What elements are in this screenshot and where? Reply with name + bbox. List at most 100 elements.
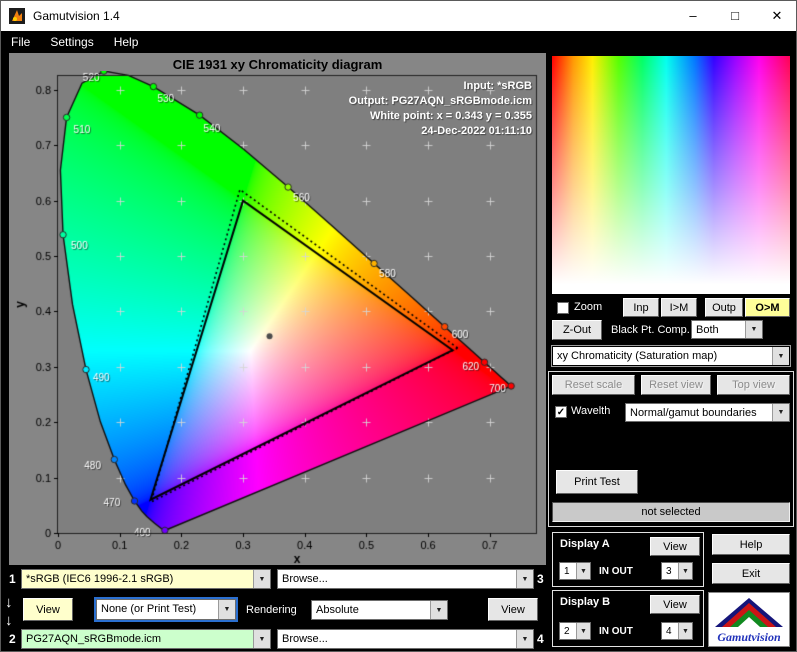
- rendering-mode-select[interactable]: Absolute ▼: [311, 600, 448, 620]
- chevron-down-icon[interactable]: ▼: [430, 601, 447, 619]
- display-a-out-value: 3: [666, 566, 672, 577]
- annotation-input: Input: *sRGB: [463, 80, 532, 92]
- display-a-title: Display A: [560, 538, 610, 550]
- down-arrow-icon: ↓: [5, 612, 13, 629]
- chevron-glyph: ▼: [580, 567, 587, 575]
- annotation-datetime: 24-Dec-2022 01:11:10: [421, 125, 532, 137]
- view-right-button[interactable]: View: [488, 598, 538, 621]
- display-b-title: Display B: [560, 596, 611, 608]
- annotation-output: Output: PG27AQN_sRGBmode.icm: [348, 95, 532, 107]
- view-mode-value: xy Chromaticity (Saturation map): [557, 350, 718, 362]
- wavelth-label: Wavelth: [571, 405, 611, 417]
- chevron-down-icon[interactable]: ▼: [576, 623, 590, 639]
- status-bar: not selected: [552, 502, 790, 522]
- chromaticity-panel: CIE 1931 xy Chromaticity diagram Input: …: [9, 53, 546, 565]
- title-bar: Gamutvision 1.4 – □ ✕: [1, 1, 796, 31]
- right-panel: Zoom Inp I>M Outp O>M Z-Out Black Pt. Co…: [547, 53, 796, 651]
- output-profile-select[interactable]: PG27AQN_sRGBmode.icm ▼: [21, 629, 271, 649]
- chevron-down-icon[interactable]: ▼: [516, 630, 533, 648]
- display-a-inout-label: IN OUT: [599, 566, 633, 577]
- slot-2-label: 2: [9, 632, 16, 646]
- chevron-glyph: ▼: [223, 606, 231, 613]
- chevron-glyph: ▼: [435, 606, 443, 614]
- display-b-in-select[interactable]: 2 ▼: [559, 622, 591, 640]
- gamutvision-logo: Gamutvision: [708, 592, 790, 647]
- display-b-out-value: 4: [666, 626, 672, 637]
- view-mode-select[interactable]: xy Chromaticity (Saturation map) ▼: [552, 346, 790, 366]
- display-a-view-button[interactable]: View: [650, 537, 700, 556]
- maximize-icon: □: [731, 8, 739, 23]
- top-view-button[interactable]: Top view: [717, 375, 790, 395]
- browse-input-select[interactable]: Browse... ▼: [277, 569, 534, 589]
- browse-output-select[interactable]: Browse... ▼: [277, 629, 534, 649]
- down-arrow-icon: ↓: [5, 594, 13, 611]
- chevron-down-icon[interactable]: ▼: [678, 623, 692, 639]
- app-icon: [9, 8, 25, 24]
- wavelth-checkbox[interactable]: ✓: [555, 406, 567, 418]
- inp-button[interactable]: Inp: [623, 298, 659, 317]
- slot-3-label: 3: [537, 572, 544, 586]
- display-a-out-select[interactable]: 3 ▼: [661, 562, 693, 580]
- chevron-glyph: ▼: [777, 409, 785, 416]
- rendering-intent-value: None (or Print Test): [101, 603, 197, 615]
- boundaries-select[interactable]: Normal/gamut boundaries ▼: [625, 403, 790, 422]
- maximize-button[interactable]: □: [714, 1, 756, 30]
- zoom-checkbox[interactable]: [557, 302, 569, 314]
- minimize-button[interactable]: –: [672, 1, 714, 30]
- black-pt-comp-select[interactable]: Both ▼: [691, 320, 763, 339]
- outp-button[interactable]: Outp: [705, 298, 743, 317]
- display-a-in-value: 1: [564, 566, 570, 577]
- menu-help[interactable]: Help: [104, 31, 149, 53]
- chevron-down-icon[interactable]: ▼: [678, 563, 692, 579]
- logo-text: Gamutvision: [717, 630, 781, 644]
- cie-chromaticity-canvas[interactable]: [9, 71, 546, 565]
- chevron-down-icon[interactable]: ▼: [516, 570, 533, 588]
- chevron-glyph: ▼: [580, 627, 587, 635]
- display-b-out-select[interactable]: 4 ▼: [661, 622, 693, 640]
- chevron-glyph: ▼: [682, 627, 689, 635]
- display-a-group: Display A View 1 ▼ IN OUT 3 ▼: [552, 532, 704, 587]
- annotation-white-point: White point: x = 0.343 y = 0.355: [369, 110, 532, 122]
- chevron-down-icon[interactable]: ▼: [576, 563, 590, 579]
- close-button[interactable]: ✕: [756, 1, 796, 30]
- rendering-intent-select[interactable]: None (or Print Test) ▼: [96, 599, 236, 620]
- menu-file[interactable]: File: [1, 31, 40, 53]
- chevron-down-icon[interactable]: ▼: [772, 404, 789, 421]
- input-to-monitor-button[interactable]: I>M: [661, 298, 697, 317]
- reset-view-button[interactable]: Reset view: [641, 375, 711, 395]
- reset-scale-button[interactable]: Reset scale: [552, 375, 635, 395]
- exit-button[interactable]: Exit: [712, 563, 790, 584]
- print-test-button[interactable]: Print Test: [556, 470, 638, 494]
- close-icon: ✕: [771, 7, 783, 23]
- chart-title: CIE 1931 xy Chromaticity diagram: [172, 57, 383, 72]
- chevron-down-icon[interactable]: ▼: [745, 321, 762, 338]
- display-b-in-value: 2: [564, 626, 570, 637]
- chevron-down-icon[interactable]: ▼: [218, 600, 235, 619]
- zoom-label: Zoom: [574, 301, 603, 313]
- check-icon: ✓: [556, 407, 566, 418]
- chevron-down-icon[interactable]: ▼: [772, 347, 789, 365]
- chevron-down-icon[interactable]: ▼: [253, 570, 270, 588]
- chevron-glyph: ▼: [258, 575, 266, 583]
- chevron-glyph: ▼: [777, 352, 785, 360]
- minimize-icon: –: [689, 8, 697, 23]
- output-profile-value: PG27AQN_sRGBmode.icm: [26, 633, 162, 645]
- boundaries-value: Normal/gamut boundaries: [630, 407, 757, 419]
- profile-controls-panel: 1 *sRGB (IEC6 1996-2.1 sRGB) ▼ Browse...…: [1, 565, 547, 651]
- chart-annotations: Input: *sRGB Output: PG27AQN_sRGBmode.ic…: [349, 79, 532, 139]
- display-b-view-button[interactable]: View: [650, 595, 700, 614]
- input-profile-value: *sRGB (IEC6 1996-2.1 sRGB): [26, 573, 174, 585]
- output-to-monitor-button[interactable]: O>M: [745, 298, 790, 317]
- menu-settings[interactable]: Settings: [40, 31, 103, 53]
- view-left-button[interactable]: View: [23, 598, 73, 621]
- slot-1-label: 1: [9, 572, 16, 586]
- zoom-out-button[interactable]: Z-Out: [552, 320, 602, 340]
- display-b-group: Display B View 2 ▼ IN OUT 4 ▼: [552, 590, 704, 647]
- chevron-glyph: ▼: [521, 575, 529, 583]
- rendering-mode-value: Absolute: [316, 604, 359, 616]
- chevron-down-icon[interactable]: ▼: [253, 630, 270, 648]
- help-button[interactable]: Help: [712, 534, 790, 555]
- chevron-glyph: ▼: [521, 635, 529, 643]
- input-profile-select[interactable]: *sRGB (IEC6 1996-2.1 sRGB) ▼: [21, 569, 271, 589]
- display-a-in-select[interactable]: 1 ▼: [559, 562, 591, 580]
